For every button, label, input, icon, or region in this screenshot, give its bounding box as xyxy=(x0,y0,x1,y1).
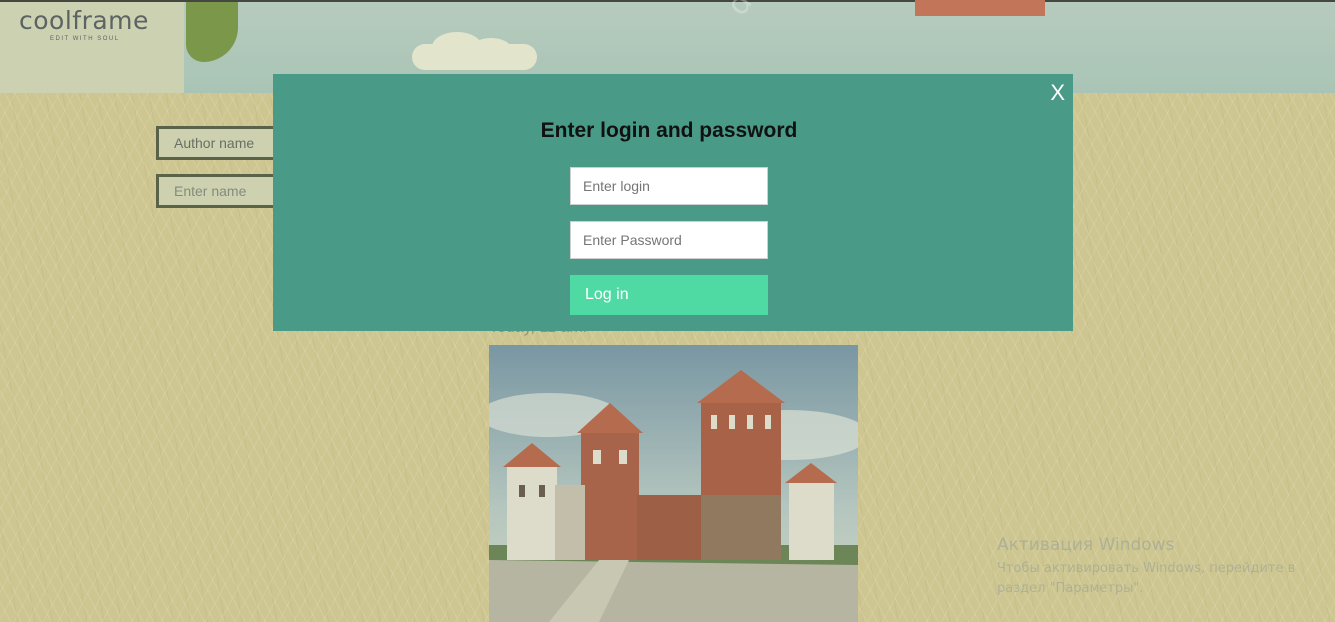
modal-title: Enter login and password xyxy=(540,119,798,142)
close-button[interactable]: X xyxy=(1050,80,1065,106)
password-input[interactable] xyxy=(570,221,768,259)
login-modal: X Enter login and password Log in xyxy=(273,74,1073,331)
login-button[interactable]: Log in xyxy=(570,275,768,315)
login-input[interactable] xyxy=(570,167,768,205)
